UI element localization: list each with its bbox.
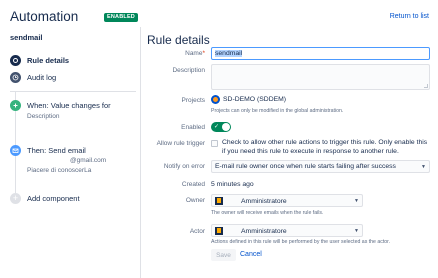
allow-trigger-label: Allow rule trigger [156,140,205,147]
add-component-label: Add component [27,194,80,203]
enabled-toggle[interactable]: ✓ [211,122,231,132]
notify-label: Notify on error [163,163,205,170]
clock-icon [10,71,21,83]
plus-icon: + [10,193,21,204]
dropdown-arrow-icon: ▼ [354,198,359,204]
actor-select[interactable]: Amministratore ▼ [211,224,363,237]
owner-help: The owner will receive emails when the r… [211,210,324,216]
sidebar-item-label: Audit log [27,72,57,82]
notify-value: E-mail rule owner once when rule starts … [215,163,396,170]
name-label: Name* [185,50,205,57]
owner-select[interactable]: Amministratore ▼ [211,194,363,207]
description-textarea[interactable] [211,64,430,90]
status-badge: ENABLED [104,13,138,22]
actor-label: Actor [189,228,205,235]
user-avatar-icon [215,197,223,205]
enabled-label: Enabled [181,124,205,131]
description-label: Description [172,67,205,74]
sidebar-divider [10,91,136,92]
cancel-button[interactable]: Cancel [240,251,262,258]
trigger-title: When: Value changes for [27,101,111,110]
sidebar-item-label: Rule details [27,55,70,65]
dropdown-arrow-icon: ▼ [421,164,426,170]
sidebar-item-rule-details[interactable]: Rule details [10,53,69,67]
panel-title: Rule details [147,33,210,47]
info-icon [10,54,21,66]
trigger-icon [10,100,21,111]
rule-name: sendmail [10,33,43,42]
return-to-list-link[interactable]: Return to list [390,13,429,20]
allow-trigger-text: Check to allow other rule actions to tri… [222,139,428,155]
action-step[interactable]: Then: Send email @gmail.com Piacere di c… [10,145,136,179]
name-label-text: Name [185,50,203,57]
dropdown-arrow-icon: ▼ [354,228,359,234]
projects-help: Projects can only be modified in the glo… [211,108,344,114]
sidebar-item-audit-log[interactable]: Audit log [10,70,56,84]
project-chip: SD-DEMO (SDDEM) [211,95,286,104]
actor-help: Actions defined in this rule will be per… [211,239,391,245]
owner-value: Amministratore [241,197,287,205]
add-component-button[interactable]: + Add component [10,193,80,204]
trigger-subtitle: Description [27,113,60,120]
projects-label: Projects [181,97,205,104]
created-value: 5 minutes ago [211,181,254,188]
check-icon: ✓ [214,124,220,130]
user-avatar-icon [215,227,223,235]
email-icon [10,145,21,156]
flow-connector [15,92,16,100]
notify-select[interactable]: E-mail rule owner once when rule starts … [211,160,430,173]
toggle-knob [222,123,230,131]
save-button[interactable]: Save [211,249,236,261]
action-recipient: @gmail.com [70,157,107,164]
name-value: sendmail [215,50,243,57]
owner-label: Owner [185,197,205,204]
action-message: Piacere di conoscerLa [27,167,92,174]
action-title: Then: Send email [27,146,86,155]
project-avatar-icon [211,95,220,104]
name-input[interactable]: sendmail [211,47,430,60]
resize-handle-icon[interactable] [424,84,428,88]
page-title: Automation [10,9,79,24]
actor-value: Amministratore [241,227,287,235]
created-label: Created [181,181,205,188]
project-value: SD-DEMO (SDDEM) [223,96,287,103]
required-asterisk: * [202,50,205,57]
trigger-step[interactable]: When: Value changes for Description [10,100,136,130]
allow-trigger-checkbox[interactable] [211,140,218,147]
